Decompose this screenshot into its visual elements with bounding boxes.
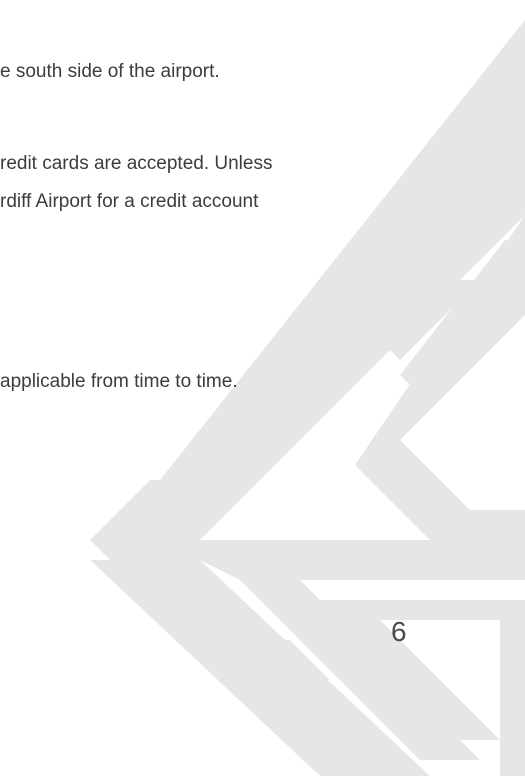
text-line-2: redit cards are accepted. Unless: [0, 153, 273, 174]
page-number: 6: [391, 616, 407, 647]
text-line-3: rdiff Airport for a credit account: [0, 191, 259, 212]
text-line-4: applicable from time to time.: [0, 371, 238, 392]
text-line-1: e south side of the airport.: [0, 61, 220, 82]
